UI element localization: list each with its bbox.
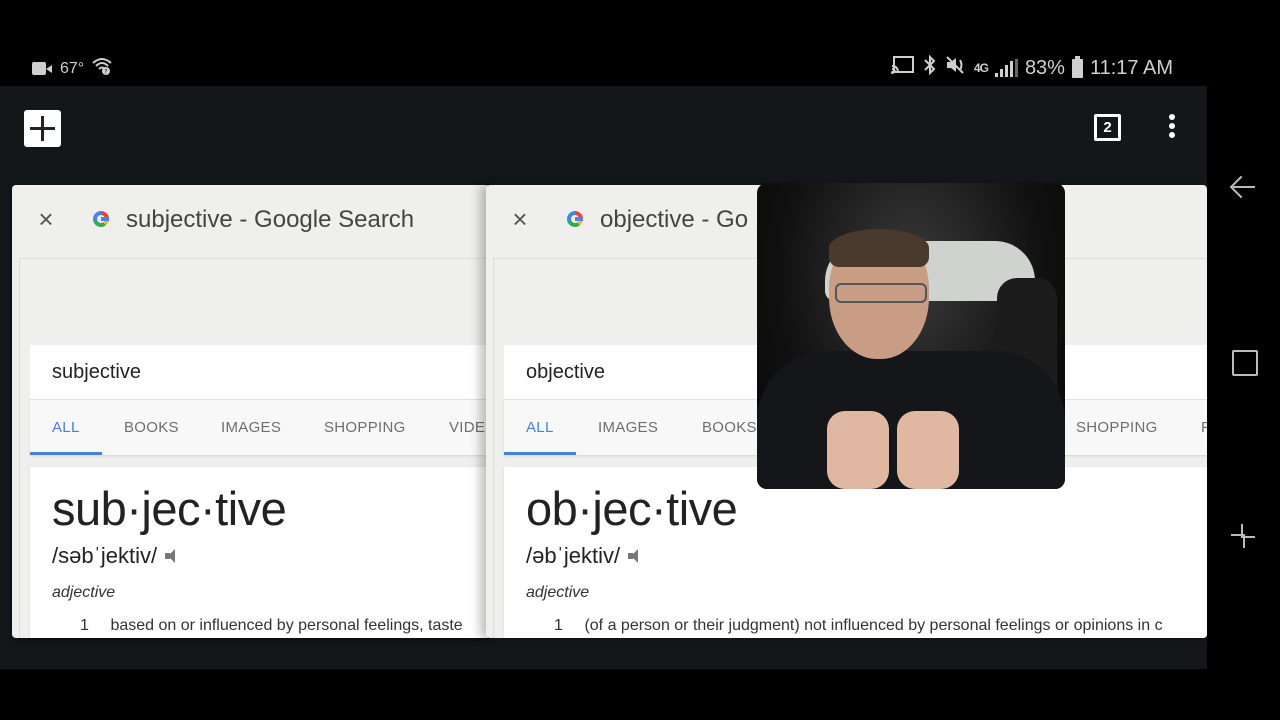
tab-count-button[interactable]: 2 xyxy=(1094,114,1121,141)
clock: 11:17 AM xyxy=(1089,56,1173,79)
dictionary-word: ob·jec·tive xyxy=(526,482,738,535)
tab-title: objective - Go xyxy=(600,206,749,233)
tab-card-subjective[interactable]: × subjective - Google Search subjective … xyxy=(12,185,490,638)
part-of-speech: adjective xyxy=(52,584,116,601)
new-tab-button[interactable] xyxy=(24,110,61,147)
part-of-speech: adjective xyxy=(526,584,590,601)
tab-title: subjective - Google Search xyxy=(126,206,415,233)
dictionary-word: sub·jec·tive xyxy=(52,482,287,535)
phonetic: /səbˈjektiv/ xyxy=(52,543,183,569)
speaker-icon[interactable] xyxy=(628,548,646,564)
search-tab-images[interactable]: IMAGES xyxy=(598,419,658,436)
speaker-icon[interactable] xyxy=(165,548,183,564)
video-camera-icon xyxy=(32,62,52,75)
lte-icon: 4G xyxy=(973,61,989,75)
search-input[interactable]: subjective xyxy=(30,345,490,399)
search-tab-videos[interactable]: VIDE xyxy=(449,419,485,436)
search-tab-all[interactable]: ALL xyxy=(526,419,554,436)
signal-icon xyxy=(994,59,1018,77)
phonetic-text: /səbˈjektiv/ xyxy=(52,543,158,568)
definition-text: (of a person or their judgment) not infl… xyxy=(584,617,1163,634)
svg-text:?: ? xyxy=(105,69,108,76)
search-tab-shopping[interactable]: SHOPPING xyxy=(1076,419,1158,436)
cast-icon xyxy=(890,55,915,81)
more-vert-icon xyxy=(1169,114,1175,120)
page-preview: subjective ALL BOOKS IMAGES SHOPPING VID… xyxy=(19,258,490,638)
battery-icon xyxy=(1071,55,1083,78)
search-query: objective xyxy=(526,361,605,383)
dictionary-card: ob·jec·tive /əbˈjektiv/ adjective 1 (of … xyxy=(504,467,1207,638)
definition-number: 1 xyxy=(80,617,89,634)
person-hair xyxy=(829,229,929,267)
active-tab-indicator xyxy=(30,452,102,455)
webcam-video-overlay xyxy=(757,183,1065,489)
search-tab-all[interactable]: ALL xyxy=(52,419,80,436)
close-tab-button[interactable]: × xyxy=(36,206,56,232)
mute-icon xyxy=(945,55,967,81)
close-tab-button[interactable]: × xyxy=(510,206,530,232)
definition-number: 1 xyxy=(554,617,563,634)
recents-icon[interactable] xyxy=(1229,522,1257,550)
definition-text: based on or influenced by personal feeli… xyxy=(110,617,463,634)
temperature: 67° xyxy=(60,59,85,77)
status-bar-right: 4G 83% 11:17 AM xyxy=(890,54,1173,81)
search-tabs: ALL BOOKS IMAGES SHOPPING VIDE xyxy=(30,399,490,455)
bluetooth-icon xyxy=(922,54,938,81)
phonetic: /əbˈjektiv/ xyxy=(526,543,646,569)
glasses xyxy=(835,283,927,303)
tab-card-header: × subjective - Google Search xyxy=(12,185,490,257)
google-favicon-icon xyxy=(93,211,109,227)
thumbs-up-left xyxy=(827,411,889,489)
definition: 1 (of a person or their judgment) not in… xyxy=(554,617,1163,635)
search-tab-books[interactable]: BOOKS xyxy=(124,419,179,436)
status-bar-left: 67° ? xyxy=(32,57,112,80)
search-tab-shopping[interactable]: SHOPPING xyxy=(324,419,406,436)
active-tab-indicator xyxy=(504,452,576,455)
dictionary-card: sub·jec·tive /səbˈjektiv/ adjective 1 ba… xyxy=(30,467,490,638)
search-tab-images[interactable]: IMAGES xyxy=(221,419,281,436)
navigation-bar xyxy=(1207,0,1280,720)
back-arrow-icon[interactable] xyxy=(1229,173,1257,201)
definition: 1 based on or influenced by personal fee… xyxy=(80,617,463,635)
battery-percent: 83% xyxy=(1024,56,1065,79)
home-icon[interactable] xyxy=(1229,347,1258,376)
google-favicon-icon xyxy=(567,211,583,227)
wifi-unknown-icon: ? xyxy=(92,57,112,80)
menu-button[interactable] xyxy=(1165,114,1179,142)
phonetic-text: /əbˈjektiv/ xyxy=(526,543,621,568)
thumbs-up-right xyxy=(897,411,959,489)
search-query: subjective xyxy=(52,361,141,383)
status-bar: 67° ? 4G 83% 11:17 AM xyxy=(0,0,1207,86)
search-tab-books[interactable]: BOOKS xyxy=(702,419,757,436)
